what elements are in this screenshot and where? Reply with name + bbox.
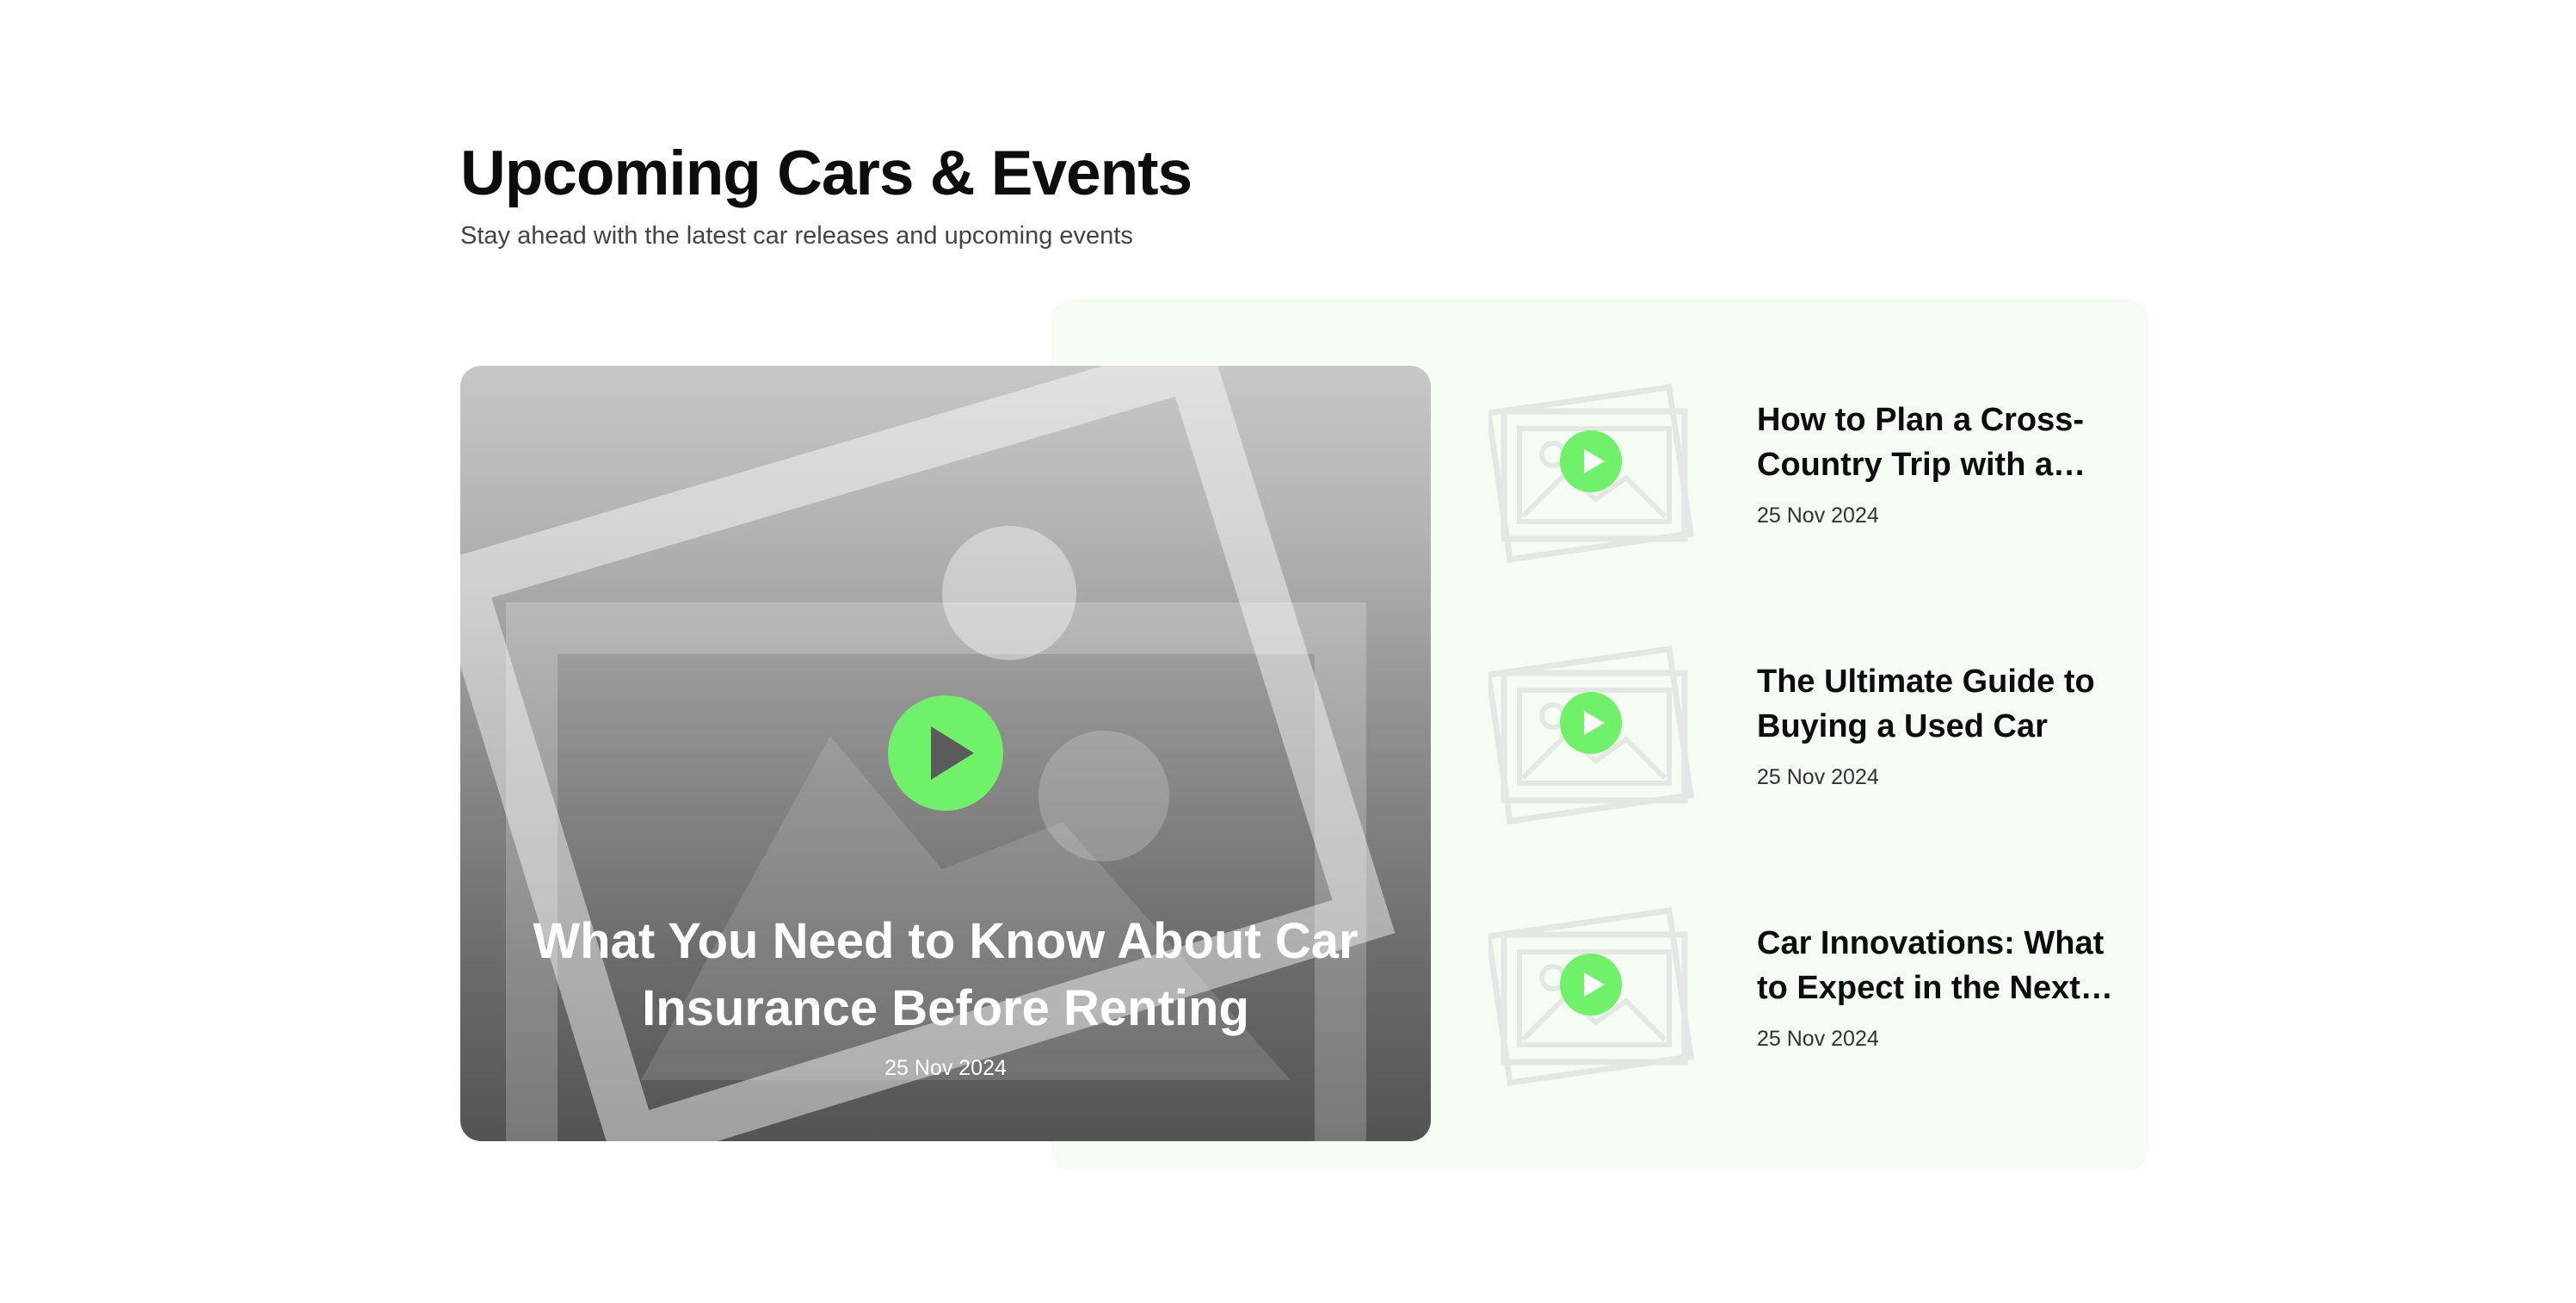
list-item-date: 25 Nov 2024	[1757, 503, 1879, 528]
play-button[interactable]	[1560, 430, 1622, 492]
play-button[interactable]	[1560, 692, 1622, 754]
play-button[interactable]	[1560, 954, 1622, 1016]
video-thumbnail[interactable]	[1488, 379, 1704, 577]
featured-date: 25 Nov 2024	[884, 1056, 1007, 1080]
play-icon	[1584, 973, 1605, 997]
list-item[interactable]: How to Plan a Cross-Country Trip with a …	[1488, 379, 2125, 577]
section-subtitle: Stay ahead with the latest car releases …	[460, 222, 1133, 250]
play-icon	[1584, 449, 1605, 473]
featured-title[interactable]: What You Need to Know About Car Insuranc…	[529, 908, 1362, 1042]
featured-video-card[interactable]: What You Need to Know About Car Insuranc…	[460, 366, 1431, 1141]
play-icon	[931, 726, 974, 780]
list-item-title[interactable]: The Ultimate Guide to Buying a Used Car	[1757, 659, 2118, 749]
list-item[interactable]: The Ultimate Guide to Buying a Used Car …	[1488, 640, 2125, 838]
list-item-date: 25 Nov 2024	[1757, 1027, 1879, 1051]
section-title: Upcoming Cars & Events	[460, 139, 1192, 208]
play-icon	[1584, 711, 1605, 735]
list-item-date: 25 Nov 2024	[1757, 765, 1879, 789]
list-item[interactable]: Car Innovations: What to Expect in the N…	[1488, 902, 2125, 1100]
list-item-title[interactable]: How to Plan a Cross-Country Trip with a …	[1757, 398, 2118, 487]
featured-play-button[interactable]	[888, 695, 1003, 811]
video-thumbnail[interactable]	[1488, 902, 1704, 1100]
list-item-title[interactable]: Car Innovations: What to Expect in the N…	[1757, 921, 2118, 1010]
video-thumbnail[interactable]	[1488, 640, 1704, 838]
